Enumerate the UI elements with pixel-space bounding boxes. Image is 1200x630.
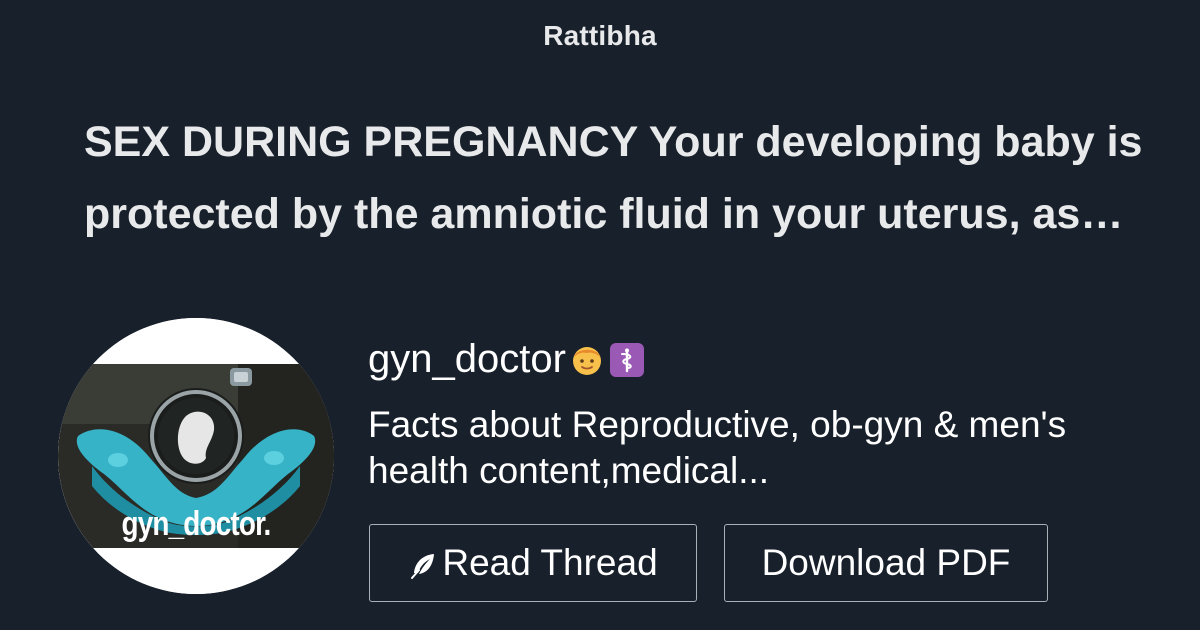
download-pdf-label: Download PDF: [761, 542, 1011, 583]
thread-headline: SEX DURING PREGNANCY Your developing bab…: [84, 118, 1143, 238]
author-bio: Facts about Reproductive, ob-gyn & men's…: [368, 404, 1067, 491]
read-thread-label: Read Thread: [442, 542, 658, 583]
username-text: gyn_doctor: [368, 337, 566, 381]
avatar: gyn_doctor.: [58, 318, 334, 594]
feather-icon: [411, 554, 435, 579]
download-pdf-button[interactable]: Download PDF: [724, 524, 1048, 602]
read-thread-button[interactable]: Read Thread: [369, 524, 697, 602]
boy-face-icon: [572, 346, 601, 375]
author-username[interactable]: gyn_doctor: [368, 337, 644, 382]
avatar-image: [58, 318, 334, 594]
medical-symbol-icon: [609, 342, 644, 377]
brand-title: Rattibha: [543, 20, 657, 51]
avatar-caption: gyn_doctor.: [121, 505, 271, 543]
